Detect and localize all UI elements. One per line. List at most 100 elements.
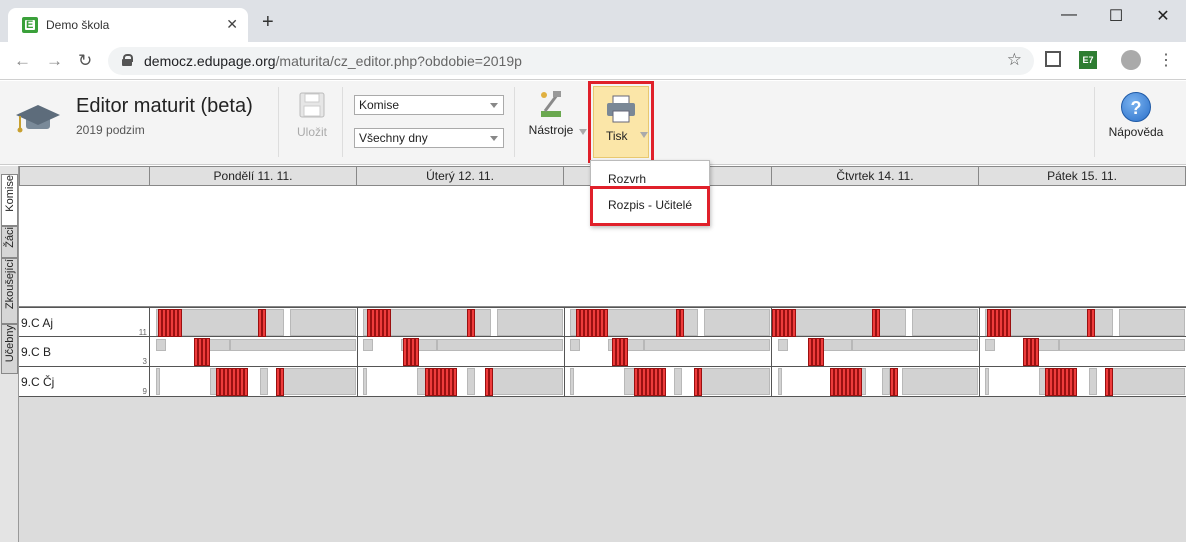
row-header[interactable]: 9.C Čj 9 [19, 367, 150, 397]
url-input[interactable]: democz.edupage.org/maturita/cz_editor.ph… [108, 47, 1034, 75]
exam-slot[interactable] [792, 309, 796, 337]
exam-slot[interactable] [262, 309, 266, 337]
back-button[interactable]: ← [14, 51, 31, 71]
exam-slot[interactable] [876, 309, 880, 337]
schedule-block[interactable] [290, 309, 356, 336]
schedule-block[interactable] [1059, 339, 1185, 351]
exam-slot[interactable] [820, 338, 824, 366]
day-cell[interactable] [357, 337, 565, 367]
schedule-block[interactable] [1119, 309, 1185, 336]
day-cell[interactable] [564, 337, 772, 367]
schedule-block[interactable] [674, 368, 682, 395]
schedule-block[interactable] [1109, 368, 1185, 395]
schedule-block[interactable] [778, 368, 782, 395]
day-cell[interactable] [150, 308, 358, 338]
forward-button[interactable]: → [46, 51, 63, 71]
schedule-block[interactable] [230, 339, 356, 351]
exam-slot[interactable] [387, 309, 391, 337]
exam-slot[interactable] [1073, 368, 1077, 396]
schedule-block[interactable] [778, 339, 788, 351]
day-cell[interactable] [772, 367, 980, 397]
day-cell[interactable] [564, 308, 772, 338]
schedule-block[interactable] [156, 368, 160, 395]
profile-avatar-icon[interactable] [1121, 50, 1141, 70]
exam-slot[interactable] [453, 368, 457, 396]
new-tab-button[interactable]: + [262, 12, 274, 32]
tab-ucebny[interactable]: Učebny [1, 324, 18, 374]
exam-slot[interactable] [280, 368, 284, 396]
exam-slot[interactable] [698, 368, 702, 396]
exam-slot[interactable] [1007, 309, 1011, 337]
exam-slot[interactable] [604, 309, 608, 337]
schedule-block[interactable] [704, 309, 770, 336]
row-header[interactable]: 9.C B 3 [19, 337, 150, 367]
schedule-block[interactable] [363, 368, 367, 395]
day-cell[interactable] [772, 308, 980, 338]
exam-slot[interactable] [1035, 338, 1039, 366]
row-header[interactable]: 9.C Aj 11 [19, 308, 150, 338]
schedule-block[interactable] [852, 339, 978, 351]
exam-slot[interactable] [624, 338, 628, 366]
exam-slot[interactable] [680, 309, 684, 337]
close-tab-icon[interactable]: ✕ [226, 16, 238, 33]
tab-zaci[interactable]: Žáci [1, 226, 18, 258]
exam-slot[interactable] [894, 368, 898, 396]
day-cell[interactable] [564, 367, 772, 397]
day-cell[interactable] [979, 367, 1186, 397]
schedule-block[interactable] [260, 368, 268, 395]
exam-slot[interactable] [489, 368, 493, 396]
save-button[interactable]: Uložit [290, 89, 334, 149]
day-cell[interactable] [772, 337, 980, 367]
schedule-block[interactable] [985, 339, 995, 351]
help-icon[interactable]: ? [1121, 92, 1151, 122]
schedule-block[interactable] [985, 368, 989, 395]
help-button[interactable]: Nápověda [1104, 125, 1168, 139]
tab-zkousejici[interactable]: Zkoušející [1, 258, 18, 324]
exam-slot[interactable] [1109, 368, 1113, 396]
exam-slot[interactable] [471, 309, 475, 337]
day-cell[interactable] [150, 337, 358, 367]
exam-slot[interactable] [206, 338, 210, 366]
schedule-block[interactable] [570, 368, 574, 395]
close-window-button[interactable]: ✕ [1140, 6, 1186, 26]
day-cell[interactable] [357, 367, 565, 397]
chrome-menu-icon[interactable]: ⋮ [1158, 50, 1174, 70]
schedule-block[interactable] [467, 368, 475, 395]
tab-komise[interactable]: Komise [1, 174, 18, 226]
schedule-block[interactable] [882, 368, 890, 395]
bookmark-star-icon[interactable]: ☆ [1007, 50, 1022, 70]
mode-select[interactable]: Komise [354, 95, 504, 115]
schedule-block[interactable] [487, 368, 563, 395]
screenshot-extension-icon[interactable] [1045, 51, 1061, 67]
exam-slot[interactable] [662, 368, 666, 396]
day-cell[interactable] [979, 308, 1186, 338]
schedule-block[interactable] [912, 309, 978, 336]
schedule-block[interactable] [437, 339, 563, 351]
schedule-block[interactable] [570, 339, 580, 351]
exam-slot[interactable] [858, 368, 862, 396]
schedule-block[interactable] [363, 339, 373, 351]
print-button[interactable]: Tisk [593, 86, 649, 158]
schedule-block[interactable] [644, 339, 770, 351]
maximize-button[interactable]: ☐ [1093, 6, 1139, 26]
schedule-block[interactable] [156, 339, 166, 351]
schedule-block[interactable] [902, 368, 978, 395]
schedule-block[interactable] [694, 368, 770, 395]
edupage-extension-icon[interactable]: E7 [1079, 51, 1097, 69]
day-cell[interactable] [979, 337, 1186, 367]
tools-dropdown-caret-icon[interactable] [579, 129, 587, 135]
days-select[interactable]: Všechny dny [354, 128, 504, 148]
schedule-block[interactable] [1089, 368, 1097, 395]
exam-slot[interactable] [244, 368, 248, 396]
exam-slot[interactable] [415, 338, 419, 366]
day-cell[interactable] [357, 308, 565, 338]
tools-button[interactable]: Nástroje [524, 89, 578, 149]
day-cell[interactable] [150, 367, 358, 397]
schedule-block[interactable] [778, 309, 906, 336]
schedule-block[interactable] [280, 368, 356, 395]
minimize-button[interactable]: — [1046, 6, 1092, 24]
exam-slot[interactable] [178, 309, 182, 337]
print-dropdown-caret-icon[interactable] [640, 132, 648, 138]
browser-tab[interactable]: E Demo škola ✕ [8, 8, 248, 42]
schedule-block[interactable] [497, 309, 563, 336]
